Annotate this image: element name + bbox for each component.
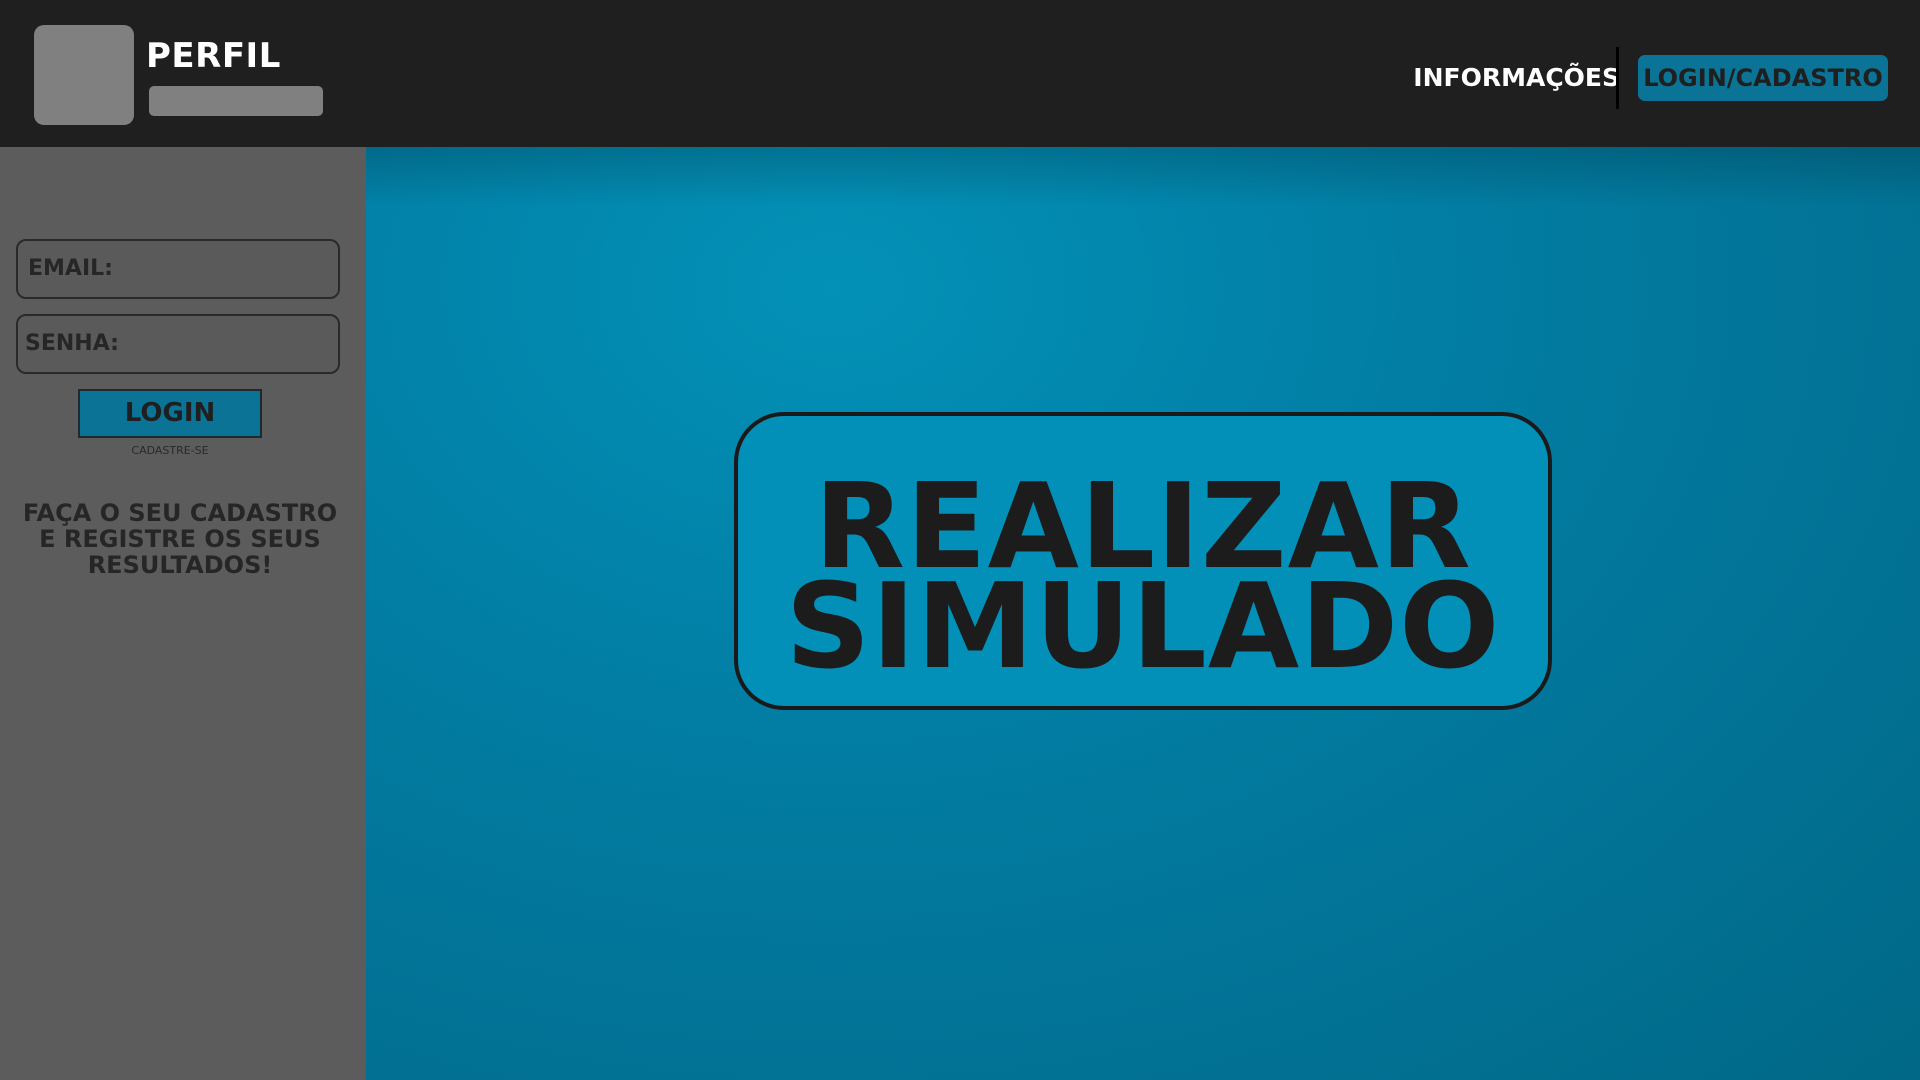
promo-line: Faça o seu cadastro (22, 499, 338, 527)
email-field[interactable]: Email: (16, 239, 340, 299)
avatar[interactable] (34, 25, 134, 125)
promo-line: resultados! (87, 551, 273, 579)
signup-promo-text: Faça o seu cadastro e registre os seus r… (18, 500, 342, 578)
password-field[interactable]: Senha: (16, 314, 340, 374)
sidebar: Email: Senha: Login Cadastre-se Faça o s… (0, 147, 366, 1080)
nav-informacoes-link[interactable]: Informações (1410, 58, 1620, 98)
nav-divider (1616, 47, 1619, 109)
top-header: Perfil Informações Login/Cadastro (0, 0, 1920, 147)
signup-link[interactable]: Cadastre-se (78, 444, 262, 457)
main-content: Realizar Simulado (366, 147, 1920, 1080)
realizar-simulado-button[interactable]: Realizar Simulado (734, 412, 1552, 710)
profile-title: Perfil (146, 36, 281, 76)
login-button[interactable]: Login (78, 389, 262, 438)
profile-name-placeholder (149, 86, 323, 116)
nav-login-cadastro-button[interactable]: Login/Cadastro (1638, 55, 1888, 101)
cta-label-line-2: Simulado (785, 557, 1501, 695)
promo-line: e registre os seus (39, 525, 321, 553)
